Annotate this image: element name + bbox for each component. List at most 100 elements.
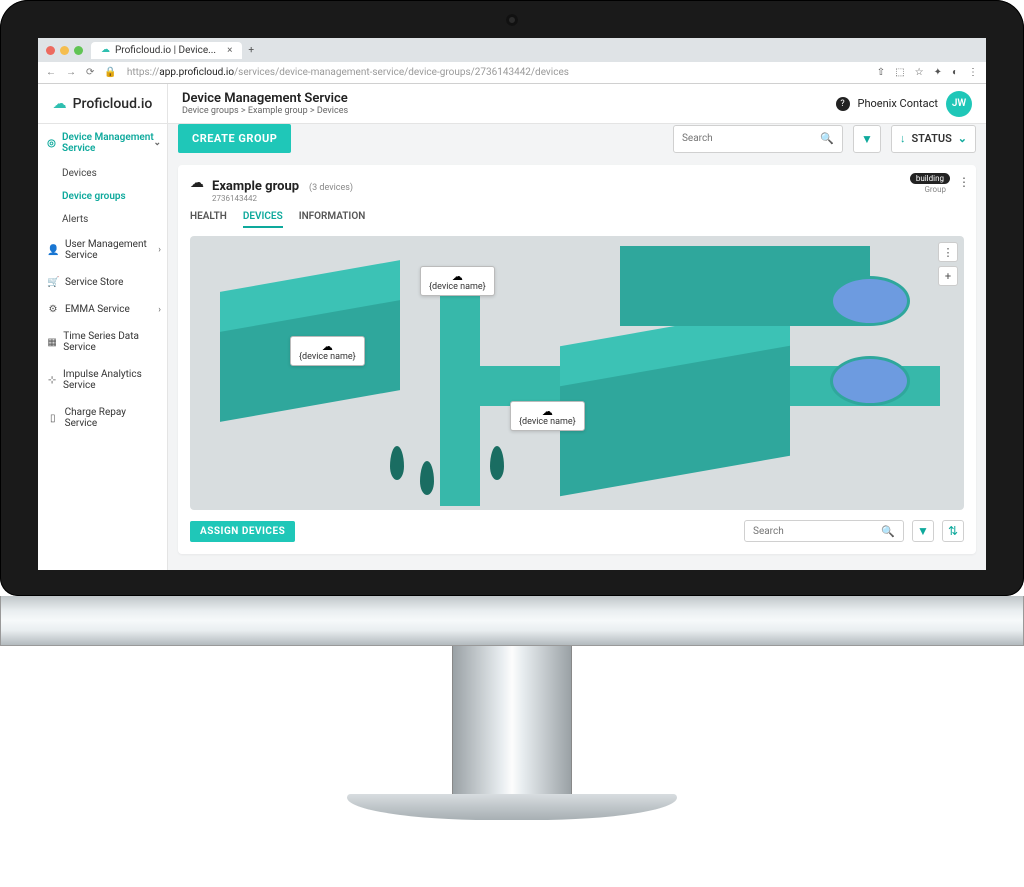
group-device-count: (3 devices) — [309, 183, 353, 193]
sidebar-item-label: Device Management Service — [62, 132, 158, 154]
url-scheme: https:// — [127, 67, 159, 78]
emma-icon: ⚙ — [47, 304, 59, 315]
address-bar[interactable]: https://app.proficloud.io/services/devic… — [127, 67, 867, 78]
card-menu-button[interactable]: ⋮ — [958, 175, 970, 189]
camera-dot — [506, 14, 518, 26]
devices-map[interactable]: ⋮ + ☁ {device name} ☁ {device name} — [190, 236, 964, 510]
sort-down-icon: ↓ — [900, 132, 906, 145]
menu-icon[interactable]: ⋮ — [968, 67, 978, 78]
map-controls: ⋮ + — [938, 242, 958, 286]
tab-devices[interactable]: DEVICES — [243, 211, 283, 228]
sidebar-item-device-mgmt[interactable]: ◎ Device Management Service ⌄ — [38, 124, 167, 162]
cloud-icon: ☁ — [429, 271, 486, 282]
profile-icon[interactable]: ◐ — [952, 67, 958, 78]
new-tab-button[interactable]: + — [248, 45, 254, 56]
chevron-right-icon: › — [158, 245, 161, 255]
sidebar-item-label: User Management Service — [65, 239, 158, 261]
filter-button[interactable]: ▼ — [853, 125, 881, 153]
close-tab-icon[interactable]: × — [227, 45, 232, 56]
group-name: Example group — [212, 179, 299, 194]
search-icon[interactable]: 🔍 — [820, 132, 834, 145]
create-group-button[interactable]: CREATE GROUP — [178, 124, 291, 153]
sidebar-item-store[interactable]: 🛒 Service Store — [38, 269, 167, 296]
sort-button[interactable]: ⇅ — [942, 520, 964, 542]
user-mgmt-icon: 👤 — [47, 245, 59, 256]
sidebar-item-emma[interactable]: ⚙ EMMA Service › — [38, 296, 167, 323]
sidebar-sub-alerts[interactable]: Alerts — [38, 208, 167, 231]
filter-icon: ▼ — [917, 524, 929, 538]
browser-actions: ⇧ ⬚ ☆ ✦ ◐ ⋮ — [877, 67, 978, 78]
search-icon[interactable]: 🔍 — [881, 525, 895, 538]
timeseries-icon: ▦ — [47, 337, 57, 348]
sidebar-item-label: Time Series Data Service — [63, 331, 158, 353]
group-card: ☁ Example group (3 devices) 2736143442 b… — [178, 165, 976, 554]
devices-search-input[interactable] — [753, 526, 881, 537]
device-label: {device name} — [429, 282, 486, 292]
device-mgmt-icon: ◎ — [47, 138, 56, 149]
back-icon[interactable]: ← — [46, 68, 56, 78]
group-id: 2736143442 — [212, 194, 353, 203]
devices-search-wrapper[interactable]: 🔍 — [744, 520, 904, 542]
chevron-right-icon: › — [158, 305, 161, 315]
reload-icon[interactable]: ⟳ — [86, 68, 94, 78]
tab-information[interactable]: INFORMATION — [299, 211, 366, 228]
browser-toolbar: ← → ⟳ 🔒 https://app.proficloud.io/servic… — [38, 62, 986, 84]
browser-tabs: ☁ Proficloud.io | Device... × + — [38, 38, 986, 62]
search-input-wrapper[interactable]: 🔍 — [673, 125, 843, 153]
sidebar-item-impulse[interactable]: ⊹ Impulse Analytics Service — [38, 361, 167, 399]
content-area: CREATE GROUP 🔍 ▼ ↓ STATUS ⌄ — [168, 84, 986, 570]
brand-text: Proficloud.io — [73, 96, 153, 112]
window-controls[interactable] — [46, 46, 83, 55]
group-tabs: HEALTH DEVICES INFORMATION — [190, 211, 964, 228]
sidebar-item-timeseries[interactable]: ▦ Time Series Data Service — [38, 323, 167, 361]
sidebar-item-label: Impulse Analytics Service — [63, 369, 158, 391]
cloud-icon: ☁ — [101, 45, 110, 55]
map-zoom-in-button[interactable]: + — [938, 266, 958, 286]
share-icon[interactable]: ⇧ — [877, 67, 885, 78]
store-icon: 🛒 — [47, 277, 59, 288]
group-tag-badge: building — [910, 173, 950, 184]
chevron-down-icon: ⌄ — [153, 138, 161, 148]
device-tag[interactable]: ☁ {device name} — [510, 401, 585, 431]
content-toolbar: CREATE GROUP 🔍 ▼ ↓ STATUS ⌄ — [178, 124, 976, 153]
extensions-icon[interactable]: ✦ — [934, 67, 942, 78]
charge-icon: ▯ — [47, 413, 59, 424]
monitor-chin — [0, 596, 1024, 646]
status-sort-button[interactable]: ↓ STATUS ⌄ — [891, 125, 976, 153]
device-label: {device name} — [299, 352, 356, 362]
browser-tab[interactable]: ☁ Proficloud.io | Device... × — [91, 42, 242, 59]
device-tag[interactable]: ☁ {device name} — [420, 266, 495, 296]
sidebar-item-charge[interactable]: ▯ Charge Repay Service — [38, 399, 167, 437]
forward-icon[interactable]: → — [66, 68, 76, 78]
cloud-icon: ☁ — [190, 175, 204, 191]
group-type-label: Group — [924, 185, 946, 194]
sidebar-item-label: EMMA Service — [65, 304, 130, 315]
sidebar-item-label: Charge Repay Service — [65, 407, 158, 429]
install-icon[interactable]: ⬚ — [895, 67, 904, 78]
sidebar-item-label: Service Store — [65, 277, 123, 288]
status-label: STATUS — [911, 132, 951, 145]
filter-icon: ▼ — [861, 132, 873, 146]
filter-button[interactable]: ▼ — [912, 520, 934, 542]
sidebar-sub-device-groups[interactable]: Device groups — [38, 185, 167, 208]
sidebar-item-user-mgmt[interactable]: 👤 User Management Service › — [38, 231, 167, 269]
cloud-icon: ☁ — [53, 96, 67, 112]
card-bottom-toolbar: ASSIGN DEVICES 🔍 ▼ ⇅ — [190, 520, 964, 542]
tab-health[interactable]: HEALTH — [190, 211, 227, 228]
device-tag[interactable]: ☁ {device name} — [290, 336, 365, 366]
url-path: /services/device-management-service/devi… — [234, 67, 569, 78]
star-icon[interactable]: ☆ — [915, 67, 924, 78]
tab-title: Proficloud.io | Device... — [115, 45, 216, 56]
sidebar-sub-devices[interactable]: Devices — [38, 162, 167, 185]
lock-icon: 🔒 — [104, 68, 116, 78]
brand-logo[interactable]: ☁ Proficloud.io — [38, 84, 168, 124]
monitor-stand — [452, 646, 572, 796]
map-menu-button[interactable]: ⋮ — [938, 242, 958, 262]
cloud-icon: ☁ — [299, 341, 356, 352]
impulse-icon: ⊹ — [47, 375, 57, 386]
monitor-base — [347, 794, 677, 820]
assign-devices-button[interactable]: ASSIGN DEVICES — [190, 521, 295, 542]
chevron-down-icon: ⌄ — [958, 132, 967, 145]
sidebar: ◎ Device Management Service ⌄ Devices De… — [38, 84, 168, 570]
search-input[interactable] — [682, 133, 820, 144]
